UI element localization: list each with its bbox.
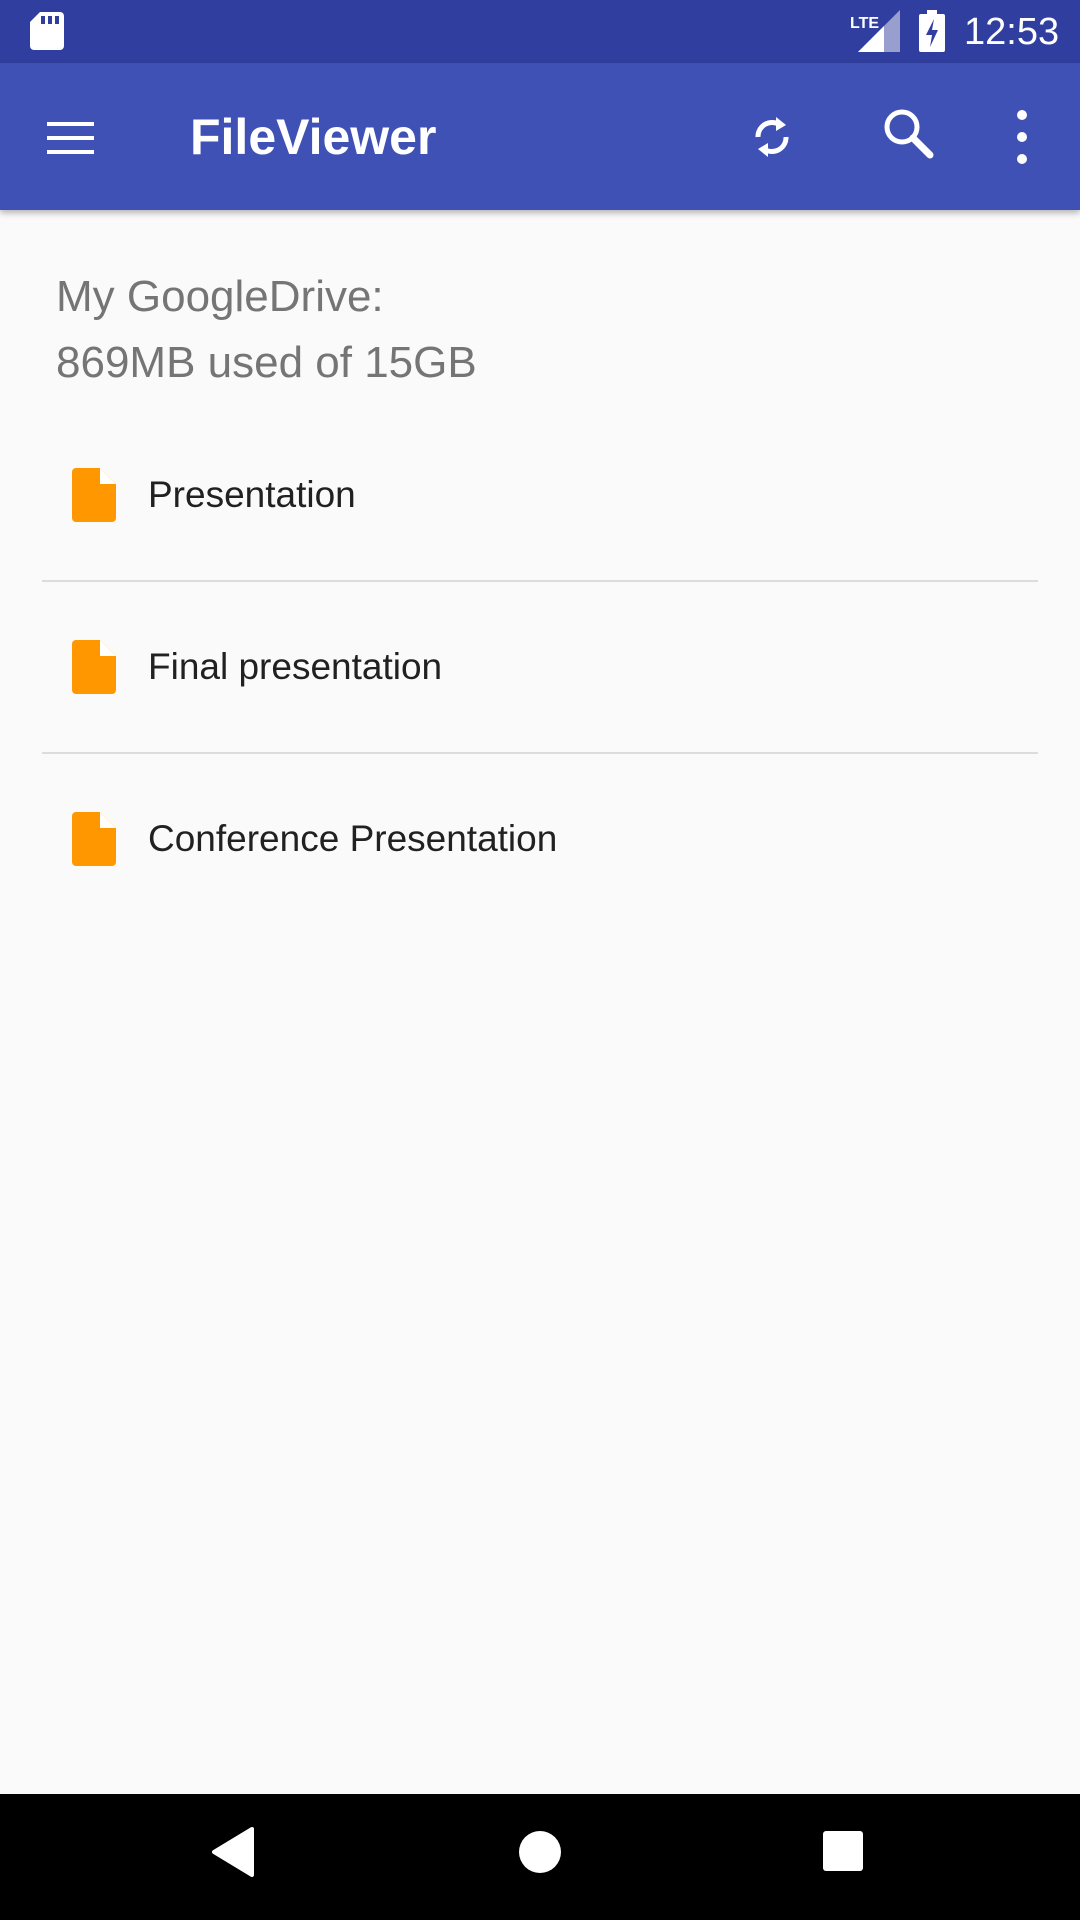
drive-info: My GoogleDrive: 869MB used of 15GB [56,264,477,396]
app-bar: FileViewer [0,63,1080,210]
recents-button[interactable] [823,1831,863,1876]
file-item[interactable]: Conference Presentation [42,754,1038,924]
search-button[interactable] [878,103,942,167]
menu-button[interactable] [30,105,97,169]
file-item[interactable]: Final presentation [42,582,1038,752]
sd-card-icon [30,12,64,55]
file-icon [72,812,116,871]
lte-signal-icon: LTE [848,10,900,57]
back-icon [210,1827,256,1881]
home-icon [518,1831,562,1878]
navigation-bar [0,1794,1080,1920]
status-bar: LTE 12:53 [0,0,1080,63]
file-icon [72,640,116,699]
back-button[interactable] [210,1827,256,1882]
network-label: LTE [850,15,879,32]
battery-charging-icon [919,10,945,57]
file-list: Presentation Final presentation Conferen… [42,410,1038,924]
screen: LTE 12:53 FileViewer My GoogleDrive: 869… [0,0,1080,1920]
menu-icon [30,122,97,173]
file-icon [72,468,116,527]
sync-icon [740,117,804,173]
drive-label: My GoogleDrive: [56,272,384,321]
status-time: 12:53 [964,11,1060,53]
file-item[interactable]: Presentation [42,410,1038,580]
sync-button[interactable] [740,105,804,169]
recents-icon [823,1831,863,1875]
file-name: Presentation [148,474,356,515]
file-name: Final presentation [148,646,443,687]
file-name: Conference Presentation [148,818,558,859]
drive-usage: 869MB used of 15GB [56,338,477,387]
home-button[interactable] [518,1830,562,1879]
app-title: FileViewer [190,109,437,165]
more-vert-icon [992,110,1056,173]
search-icon [878,109,942,171]
more-options-button[interactable] [992,105,1056,169]
